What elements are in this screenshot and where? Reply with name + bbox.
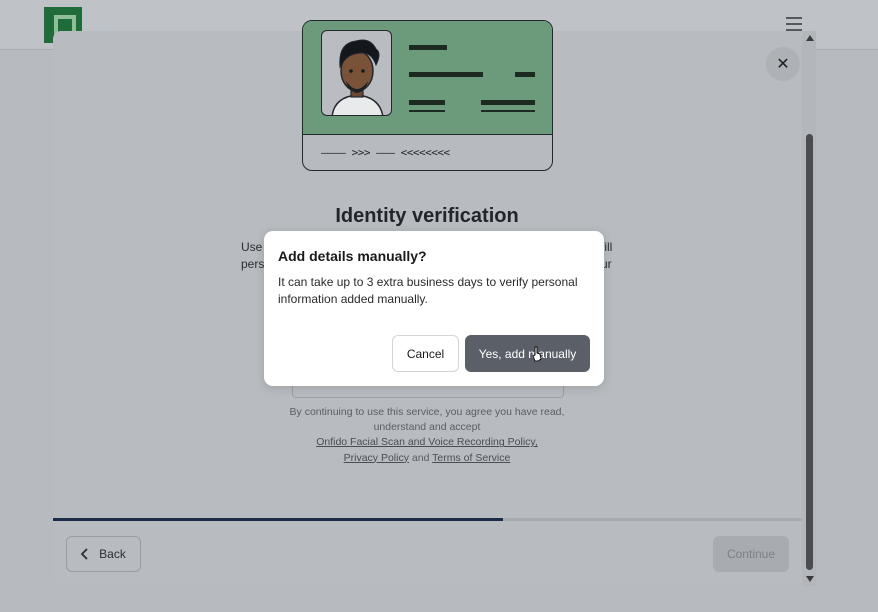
- scrollbar-thumb[interactable]: [806, 134, 813, 570]
- legal-notice: By continuing to use this service, you a…: [270, 405, 584, 466]
- id-text-line: [409, 110, 445, 112]
- progress-bar-fill: [53, 518, 503, 521]
- legal-line: understand and accept: [373, 421, 481, 434]
- facial-scan-policy-link[interactable]: Onfido Facial Scan and Voice Recording P…: [316, 436, 538, 448]
- confirm-label: Yes, add manually: [478, 346, 577, 361]
- continue-label: Continue: [726, 547, 776, 561]
- id-text-line: [409, 45, 447, 50]
- hand-cursor-icon: [532, 346, 542, 362]
- back-label: Back: [99, 547, 126, 561]
- description-fragment: Use: [241, 240, 263, 254]
- avatar-illustration-icon: [321, 30, 392, 116]
- back-button[interactable]: Back: [66, 536, 141, 572]
- progress-bar: [53, 518, 803, 521]
- id-text-line: [515, 72, 535, 77]
- add-details-dialog: Add details manually? It can take up to …: [264, 231, 604, 386]
- id-text-line: [481, 110, 535, 112]
- cancel-label: Cancel: [406, 346, 445, 361]
- privacy-policy-link[interactable]: Privacy Policy: [344, 452, 409, 464]
- dialog-title: Add details manually?: [278, 248, 427, 264]
- scroll-down-arrow-icon[interactable]: [806, 576, 814, 582]
- id-text-line: [409, 72, 483, 77]
- hamburger-menu-icon[interactable]: [786, 17, 802, 31]
- description-fragment: pers: [241, 257, 265, 271]
- legal-line: By continuing to use this service, you a…: [289, 406, 565, 418]
- terms-of-service-link[interactable]: Terms of Service: [432, 452, 510, 464]
- id-card-header: [303, 21, 552, 135]
- close-button[interactable]: ✕: [766, 47, 800, 81]
- id-card-illustration: ———— >>> ——— <<<<<<<<: [302, 20, 553, 171]
- page-title: Identity verification: [335, 205, 519, 227]
- id-card-mrz: ———— >>> ——— <<<<<<<<: [321, 146, 450, 159]
- continue-button[interactable]: Continue: [713, 536, 789, 572]
- description-text-left: Use pers: [241, 239, 264, 273]
- chevron-left-icon: [81, 548, 88, 560]
- id-text-line: [409, 100, 445, 105]
- scroll-up-arrow-icon[interactable]: [806, 35, 814, 41]
- cancel-button[interactable]: Cancel: [392, 335, 459, 372]
- id-text-line: [481, 100, 535, 105]
- dialog-body: It can take up to 3 extra business days …: [278, 275, 578, 306]
- legal-and-text: and: [411, 451, 430, 464]
- add-manually-button[interactable]: Yes, add manually: [465, 335, 590, 372]
- close-icon: ✕: [776, 56, 790, 73]
